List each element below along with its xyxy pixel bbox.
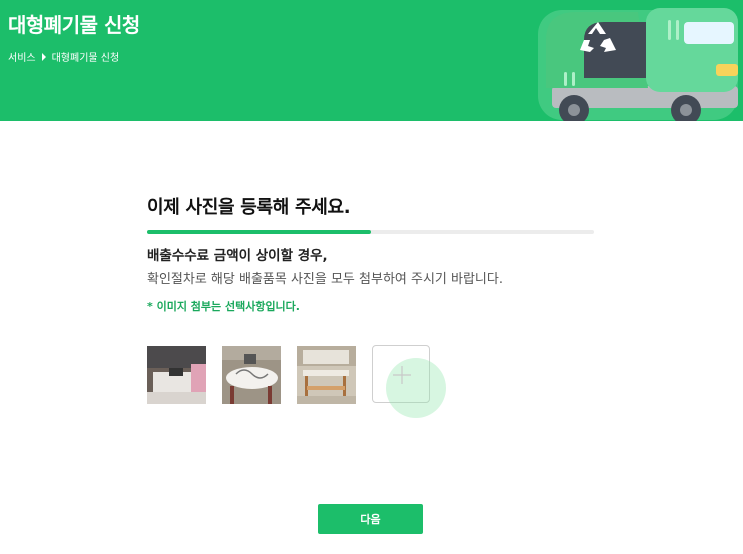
- optional-note: * 이미지 첨부는 선택사항입니다.: [147, 300, 300, 313]
- progress-bar: [147, 230, 594, 234]
- page-title: 대형폐기물 신청: [8, 13, 140, 37]
- photo-thumbnail-2[interactable]: [222, 346, 281, 404]
- page-header: 대형폐기물 신청 서비스 대형폐기물 신청: [0, 0, 743, 121]
- breadcrumb-separator-icon: [41, 52, 46, 61]
- breadcrumb: 서비스 대형폐기물 신청: [8, 49, 119, 64]
- breadcrumb-item-current: 대형폐기물 신청: [51, 53, 120, 64]
- photo-thumbnails: [147, 346, 356, 404]
- photo-thumbnail-1[interactable]: [147, 346, 206, 404]
- step-title: 이제 사진을 등록해 주세요.: [147, 197, 351, 218]
- breadcrumb-item-service[interactable]: 서비스: [8, 49, 36, 64]
- sub-title: 배출수수료 금액이 상이할 경우,: [147, 248, 328, 264]
- garbage-truck-illustration: [538, 8, 738, 121]
- photo-thumbnail-3[interactable]: [297, 346, 356, 404]
- plus-icon: [393, 366, 411, 384]
- progress-bar-fill: [147, 230, 371, 234]
- next-button[interactable]: 다음: [318, 504, 423, 534]
- description: 확인절차로 해당 배출품목 사진을 모두 첨부하여 주시기 바랍니다.: [147, 272, 503, 287]
